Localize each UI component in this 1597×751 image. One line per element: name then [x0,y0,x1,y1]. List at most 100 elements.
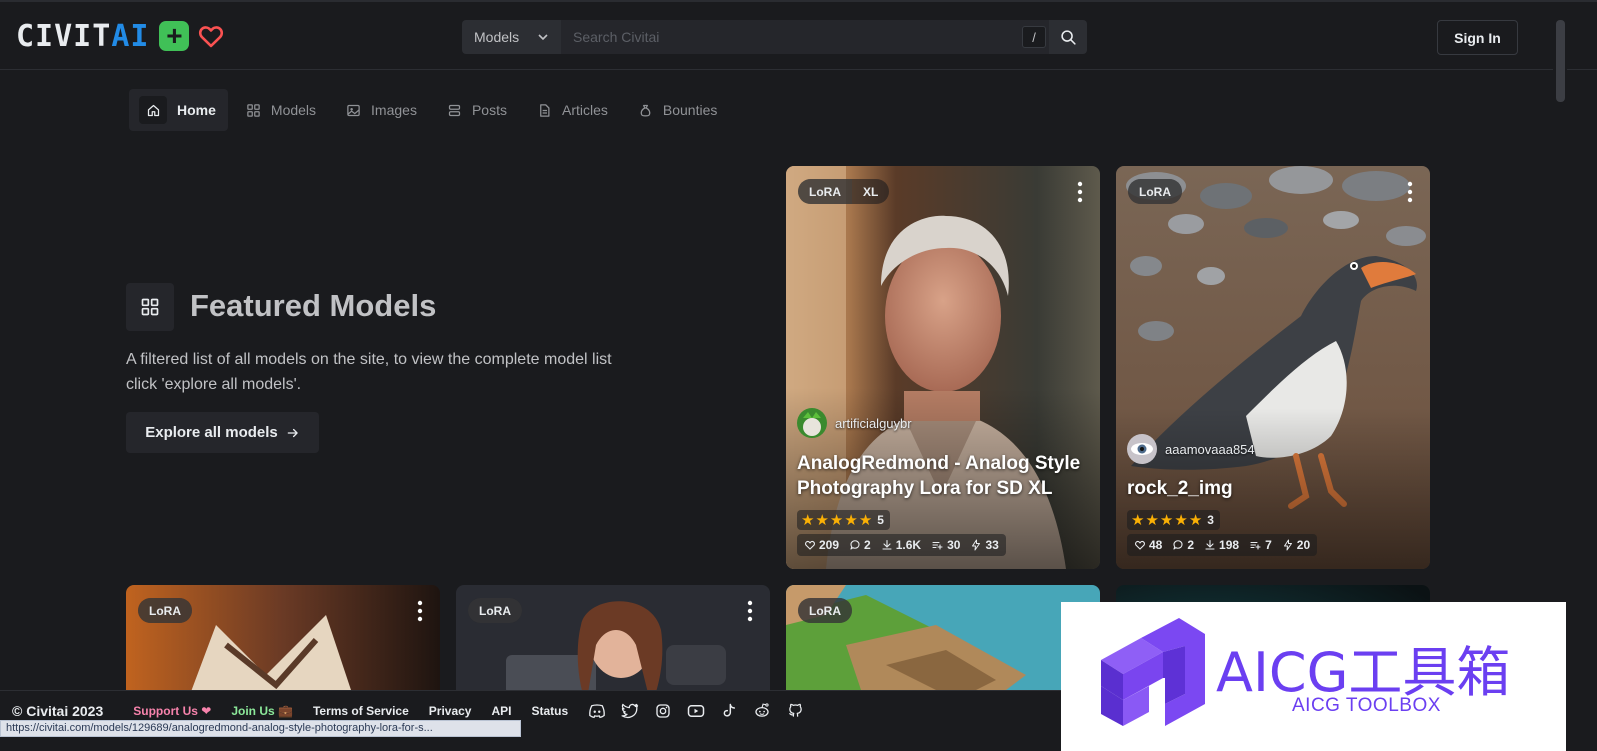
github-icon[interactable] [786,702,804,720]
reddit-icon[interactable] [753,702,771,720]
rating-count: 5 [877,513,884,527]
card-creator[interactable]: artificialguybr [797,408,912,438]
playlist-add-icon [932,541,943,550]
model-card[interactable]: LoRA [126,585,440,705]
download-icon [882,539,892,550]
heart-icon[interactable] [197,22,225,50]
model-card[interactable]: LoRA XL artificialguybr AnalogRedmond - … [786,166,1100,569]
grid-icon [247,103,260,117]
search-type-select[interactable]: Models [462,20,561,54]
buzz-stat: 20 [1282,538,1310,552]
collections-stat: 30 [931,538,960,552]
star-icon: ★ [801,511,815,529]
home-icon [147,104,159,116]
model-type-badge: LoRA [1128,179,1182,204]
youtube-icon[interactable] [687,702,705,720]
terms-link[interactable]: Terms of Service [313,704,409,718]
tiktok-icon[interactable] [720,702,738,720]
avatar [797,408,827,438]
card-stats: 48 2 198 7 20 [1127,534,1318,556]
likes-stat: 209 [804,538,839,552]
image-icon [347,104,360,116]
more-options-icon[interactable] [747,600,753,622]
search-icon [1060,29,1076,45]
support-us-link[interactable]: Support Us ❤ [133,704,211,718]
top-header: CIVITAI + Models / Sign In [0,0,1597,70]
twitter-icon[interactable] [621,702,639,720]
card-title: AnalogRedmond - Analog Style Photography… [797,453,1081,499]
card-badges: LoRA [138,598,192,623]
downloads-stat: 198 [1204,538,1239,552]
card-badges: LoRA [468,598,522,623]
star-icon: ★ [1174,511,1188,529]
tab-models-label: Models [270,102,317,118]
bolt-icon [1283,539,1292,551]
model-type-badge: LoRA [138,598,192,623]
search-input[interactable] [561,20,1049,54]
model-card[interactable]: LoRA [786,585,1100,705]
tab-images[interactable]: Images [336,89,429,131]
privacy-link[interactable]: Privacy [429,704,472,718]
featured-title: Featured Models [190,288,437,323]
tab-articles[interactable]: Articles [527,89,620,131]
model-card[interactable]: LoRA aaamovaaa854 rock_2_img ★ ★ ★ ★ ★ 3 48 … [1116,166,1430,569]
sign-in-button[interactable]: Sign In [1437,20,1518,55]
aicg-logo-icon [1101,618,1205,726]
card-title: rock_2_img [1127,478,1233,499]
star-icon: ★ [1188,511,1203,529]
card-badges: LoRA XL [798,179,890,204]
star-icon: ★ [815,511,829,529]
explore-all-models-button[interactable]: Explore all models [126,412,319,453]
section-nav: Home Models Images Posts Articles Bounti… [129,89,737,131]
civitai-logo[interactable]: CIVITAI + [16,18,225,54]
tab-posts[interactable]: Posts [437,89,519,131]
more-options-icon[interactable] [417,600,423,622]
browser-status-url: https://civitai.com/models/129689/analog… [0,720,521,737]
instagram-icon[interactable] [654,702,672,720]
collections-stat: 7 [1249,538,1272,552]
star-icon: ★ [1159,511,1174,529]
downloads-stat: 1.6K [881,538,921,552]
creator-username: aaamovaaa854 [1165,441,1255,457]
tab-bounties[interactable]: Bounties [628,89,729,131]
rating-count: 3 [1207,513,1214,527]
tab-home[interactable]: Home [129,89,228,131]
featured-grid-icon [126,283,174,331]
moneybag-icon [640,104,651,116]
create-plus-icon[interactable]: + [159,21,190,51]
model-card[interactable]: LoRA [456,585,770,705]
more-options-icon[interactable] [1407,181,1413,203]
comments-stat: 2 [849,538,871,552]
tab-home-label: Home [177,102,216,118]
more-options-icon[interactable] [1077,181,1083,203]
article-icon [540,103,550,117]
heart-icon [1135,541,1145,550]
explore-label: Explore all models [145,424,278,441]
card-stats: 209 2 1.6K 30 33 [797,534,1006,556]
featured-description: A filtered list of all models on the sit… [126,351,612,393]
posts-icon [448,104,461,116]
tab-images-label: Images [371,102,417,118]
api-link[interactable]: API [491,704,511,718]
scrollbar-thumb[interactable] [1556,20,1565,102]
model-type-badge: LoRA [798,598,852,623]
card-creator[interactable]: aaamovaaa854 [1127,434,1255,464]
search-button[interactable] [1049,20,1087,54]
logo-wordmark: CIVITAI [16,18,150,54]
watermark-subtitle: AICG TOOLBOX [1292,695,1441,716]
status-link[interactable]: Status [532,704,569,718]
likes-stat: 48 [1134,538,1162,552]
comment-icon [850,540,860,550]
chevron-down-icon [538,34,548,41]
join-us-link[interactable]: Join Us 💼 [231,704,293,718]
tab-models[interactable]: Models [236,89,328,131]
discord-icon[interactable] [588,702,606,720]
star-icon: ★ [844,511,858,529]
card-image [786,166,1100,569]
creator-username: artificialguybr [835,415,912,431]
arrow-right-icon [287,428,298,437]
card-badges: LoRA [1128,179,1182,204]
model-type-badge: LoRA [798,179,852,204]
base-model-badge: XL [863,184,879,199]
playlist-add-icon [1250,541,1261,550]
